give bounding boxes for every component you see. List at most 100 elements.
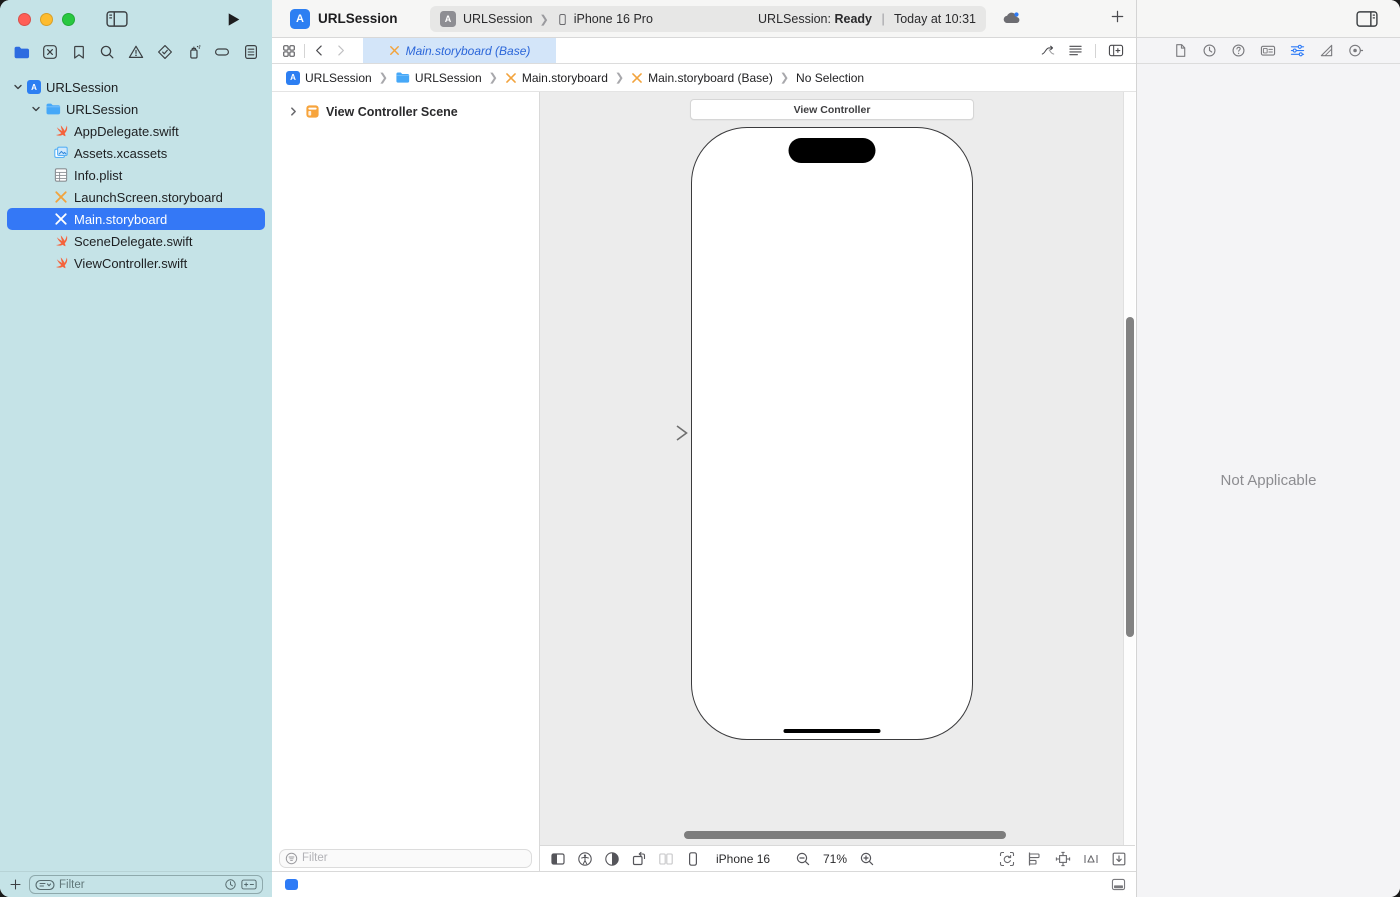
jump-bar: A URLSession ❯ URLSession ❯ Main.storybo… — [272, 64, 1136, 92]
add-constraints-icon[interactable] — [1055, 851, 1071, 867]
filter-indicator-chip[interactable] — [285, 879, 298, 890]
device-icon — [556, 13, 569, 26]
inspector-body: Not Applicable — [1137, 64, 1400, 897]
tree-row-folder[interactable]: URLSession — [7, 98, 265, 120]
run-button[interactable] — [225, 11, 242, 28]
scheme-name[interactable]: URLSession — [463, 12, 532, 26]
jumpbar-item-selection[interactable]: No Selection — [796, 71, 864, 85]
editor-options-icon[interactable] — [1068, 43, 1083, 58]
tree-row-file-selected[interactable]: Main.storyboard — [7, 208, 265, 230]
navigator-filter-field[interactable] — [29, 875, 263, 894]
view-controller-view[interactable] — [691, 127, 973, 740]
project-navigator-icon[interactable] — [10, 41, 32, 63]
jumpbar-item-localization[interactable]: Main.storyboard (Base) — [631, 71, 773, 85]
tree-row-file[interactable]: Assets.xcassets — [7, 142, 265, 164]
toggle-navigator-icon[interactable] — [106, 10, 128, 28]
zoom-level[interactable]: 71% — [823, 852, 847, 866]
update-frames-icon[interactable] — [999, 851, 1015, 867]
toggle-debug-area-icon[interactable] — [1111, 878, 1126, 891]
accessibility-icon[interactable] — [577, 851, 593, 867]
zoom-controls: 71% — [795, 846, 875, 871]
chevron-separator: ❯ — [615, 71, 624, 84]
report-navigator-icon[interactable] — [240, 41, 262, 63]
folder-icon — [395, 70, 410, 85]
related-items-icon[interactable] — [282, 44, 296, 58]
add-editor-icon[interactable] — [1108, 43, 1124, 58]
chevron-down-icon[interactable] — [29, 104, 43, 114]
device-icon[interactable] — [685, 851, 701, 867]
tab-label: Main.storyboard (Base) — [406, 44, 531, 58]
find-navigator-icon[interactable] — [96, 41, 118, 63]
breakpoint-navigator-icon[interactable] — [211, 41, 233, 63]
tree-row-file[interactable]: SceneDelegate.swift — [7, 230, 265, 252]
tree-row-label: Main.storyboard — [74, 212, 167, 227]
status-time: Today at 10:31 — [894, 12, 976, 26]
size-inspector-icon[interactable] — [1319, 43, 1334, 58]
debug-navigator-icon[interactable] — [183, 41, 205, 63]
new-tab-button[interactable] — [1110, 9, 1125, 24]
test-navigator-icon[interactable] — [154, 41, 176, 63]
go-forward-button[interactable] — [334, 44, 347, 57]
history-inspector-icon[interactable] — [1202, 43, 1217, 58]
add-file-button[interactable] — [9, 878, 22, 891]
attributes-inspector-icon[interactable] — [1290, 43, 1305, 58]
storyboard-canvas[interactable]: View Controller — [540, 92, 1135, 845]
outline-filter-input[interactable] — [302, 852, 526, 864]
activity-viewer: A URLSession ❯ iPhone 16 Pro URLSession:… — [430, 6, 986, 32]
navigator-filter-input[interactable] — [59, 879, 220, 891]
bookmark-navigator-icon[interactable] — [68, 41, 90, 63]
tab-main-storyboard[interactable]: Main.storyboard (Base) — [363, 38, 556, 63]
scene-label: View Controller Scene — [326, 105, 458, 119]
jumpbar-item-project[interactable]: A URLSession — [286, 71, 372, 85]
zoom-in-icon[interactable] — [859, 851, 875, 867]
tree-row-label: LaunchScreen.storyboard — [74, 190, 223, 205]
minimize-window-button[interactable] — [40, 13, 53, 26]
close-window-button[interactable] — [18, 13, 31, 26]
identity-inspector-icon[interactable] — [1260, 43, 1276, 58]
tree-row-project[interactable]: A URLSession — [7, 76, 265, 98]
source-control-status-icon[interactable] — [241, 879, 257, 890]
plist-icon — [53, 167, 69, 183]
code-review-icon[interactable] — [1040, 44, 1056, 58]
resolve-layout-issues-icon[interactable] — [1083, 851, 1099, 867]
zoom-out-icon[interactable] — [795, 851, 811, 867]
status-separator: | — [875, 12, 890, 26]
storyboard-icon — [389, 45, 400, 56]
device-label[interactable]: iPhone 16 — [716, 852, 770, 866]
home-indicator — [784, 729, 881, 734]
tree-row-file[interactable]: LaunchScreen.storyboard — [7, 186, 265, 208]
chevron-down-icon[interactable] — [11, 82, 25, 92]
chevron-right-icon[interactable] — [288, 106, 299, 117]
storyboard-entry-point-arrow[interactable] — [618, 424, 692, 442]
jumpbar-item-file[interactable]: Main.storyboard — [505, 71, 608, 85]
outline-filter-field[interactable] — [279, 849, 532, 868]
source-control-navigator-icon[interactable] — [39, 41, 61, 63]
run-destination[interactable]: iPhone 16 Pro — [574, 12, 653, 26]
zoom-window-button[interactable] — [62, 13, 75, 26]
file-inspector-icon[interactable] — [1173, 43, 1188, 58]
horizontal-scrollbar[interactable] — [684, 831, 1006, 839]
appearance-icon[interactable] — [604, 851, 620, 867]
tree-row-label: URLSession — [66, 102, 138, 117]
issue-navigator-icon[interactable] — [125, 41, 147, 63]
recent-files-icon[interactable] — [224, 878, 237, 891]
quick-help-inspector-icon[interactable] — [1231, 43, 1246, 58]
align-icon[interactable] — [1027, 851, 1043, 867]
jumpbar-item-group[interactable]: URLSession — [395, 70, 482, 85]
view-controller-titlebar[interactable]: View Controller — [690, 99, 974, 120]
outline-row-scene[interactable]: View Controller Scene — [272, 104, 539, 119]
toggle-outline-icon[interactable] — [550, 851, 566, 867]
embed-in-icon[interactable] — [1111, 851, 1127, 867]
canvas-column: View Controller — [540, 92, 1135, 871]
orientation-icon[interactable] — [631, 851, 647, 867]
go-back-button[interactable] — [313, 44, 326, 57]
tree-row-file[interactable]: ViewController.swift — [7, 252, 265, 274]
tree-row-file[interactable]: AppDelegate.swift — [7, 120, 265, 142]
tree-row-file[interactable]: Info.plist — [7, 164, 265, 186]
auto-layout-controls — [999, 846, 1127, 871]
connections-inspector-icon[interactable] — [1348, 43, 1364, 58]
window-title-text: URLSession — [318, 11, 398, 26]
vertical-scrollbar[interactable] — [1126, 317, 1134, 637]
toggle-inspector-icon[interactable] — [1356, 10, 1378, 28]
cloud-status-icon[interactable] — [1002, 10, 1022, 25]
